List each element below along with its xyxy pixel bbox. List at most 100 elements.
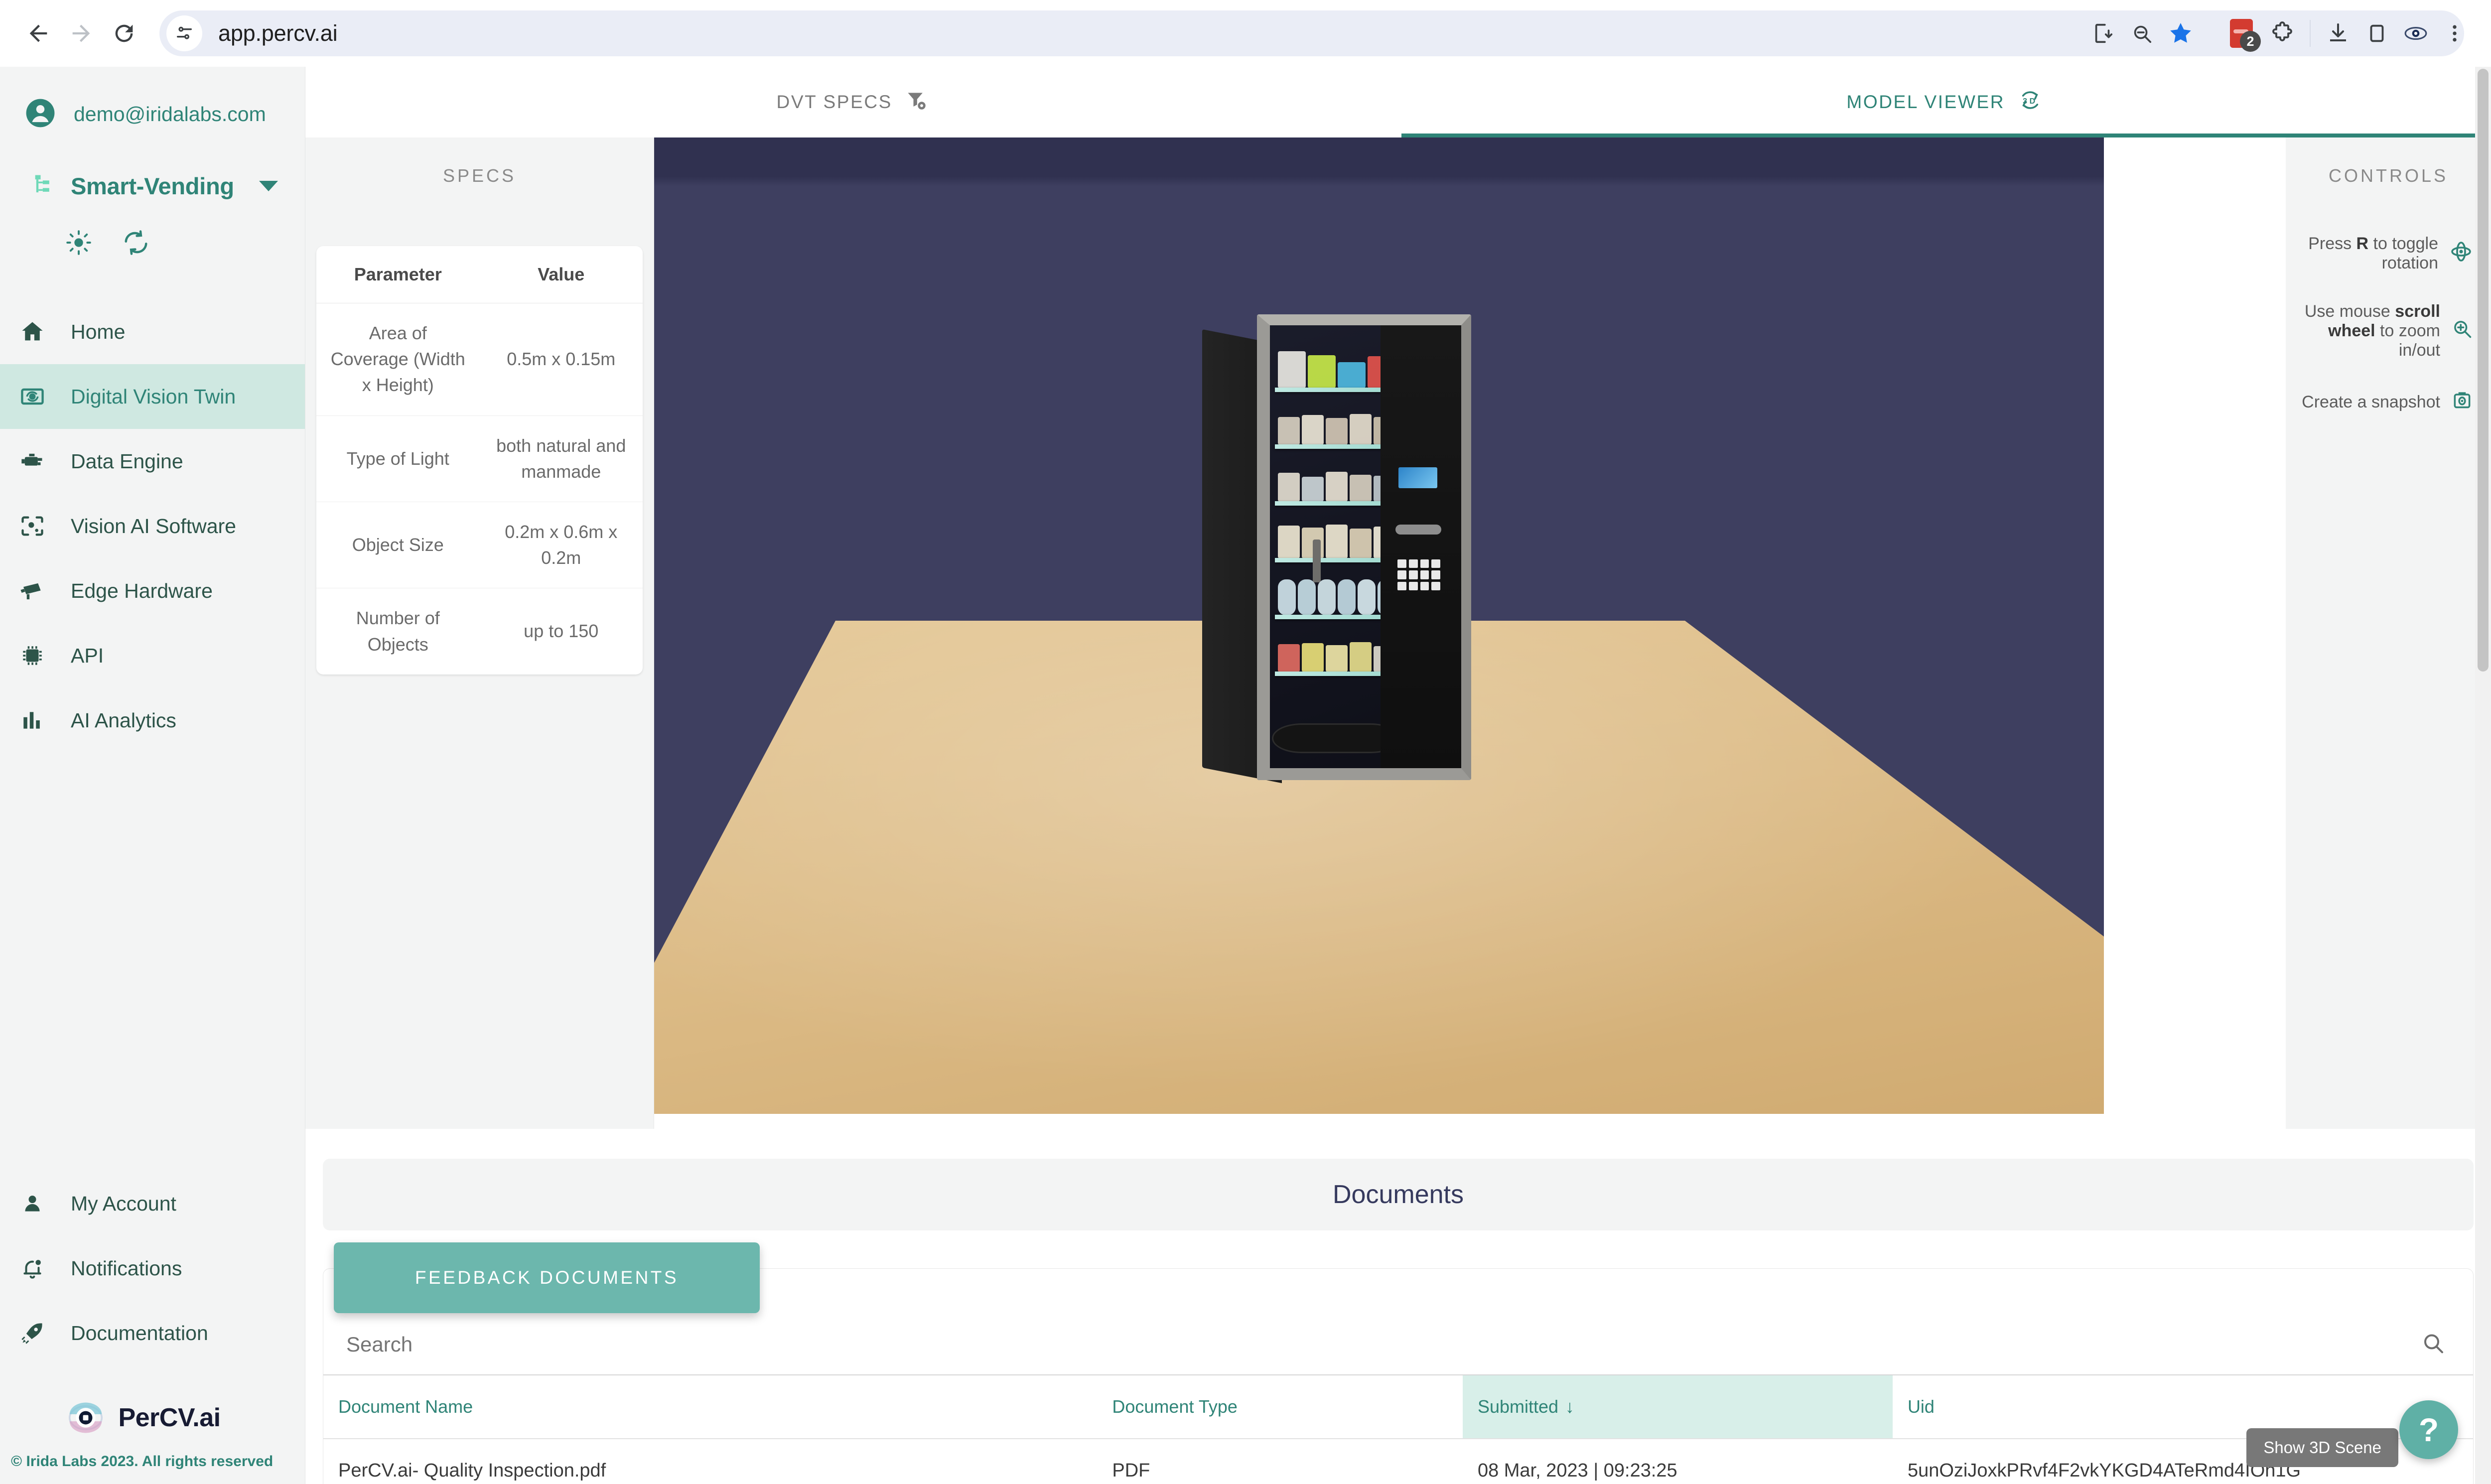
sidebar-item-label: API xyxy=(71,644,104,667)
sidebar-user[interactable]: demo@iridalabs.com xyxy=(0,67,305,131)
documents-section: Documents FEEDBACK DOCUMENTS Search Docu… xyxy=(305,1129,2491,1484)
control-create-snapshot[interactable]: Create a snapshot xyxy=(2286,389,2491,415)
specs-table: Parameter Value Area of Coverage (Width … xyxy=(316,246,643,675)
three-d-scene[interactable] xyxy=(654,137,2104,1114)
sidebar-item-digital-vision-twin[interactable]: Digital Vision Twin xyxy=(0,364,305,429)
browser-toolbar: app.percv.ai 2 xyxy=(0,0,2491,67)
chip-icon xyxy=(14,643,51,668)
project-name: Smart-Vending xyxy=(71,173,234,199)
sidebar-item-home[interactable]: Home xyxy=(0,299,305,364)
help-button[interactable]: ? xyxy=(2399,1400,2458,1459)
sidebar-user-email: demo@iridalabs.com xyxy=(74,103,266,126)
sidebar-tool-row xyxy=(0,229,305,259)
shelf-row xyxy=(1275,338,1398,392)
show-3d-scene-tooltip: Show 3D Scene xyxy=(2246,1428,2398,1467)
documents-table: Document Name Document Type Submitted ↓ U… xyxy=(323,1374,2473,1484)
percv-eye-icon xyxy=(64,1396,107,1439)
back-button[interactable] xyxy=(17,12,60,55)
table-row[interactable]: PerCV.ai- Quality Inspection.pdf PDF 08 … xyxy=(323,1439,2473,1484)
sidebar-item-api[interactable]: API xyxy=(0,623,305,688)
svg-text:3D: 3D xyxy=(2023,97,2038,106)
site-settings-icon[interactable] xyxy=(166,15,202,51)
specs-parameter: Object Size xyxy=(316,502,480,589)
project-selector[interactable]: Smart-Vending xyxy=(0,172,305,200)
downloads-icon[interactable] xyxy=(2319,14,2357,53)
main-content: DVT SPECS MODEL VIEWER 3D SPECS Paramete… xyxy=(305,67,2491,1484)
tab-dvt-specs[interactable]: DVT SPECS xyxy=(305,67,1398,137)
copyright-text: © Irida Labs 2023. All rights reserved xyxy=(11,1453,274,1470)
profile-avatar-icon[interactable] xyxy=(2396,14,2435,53)
specs-row: Object Size 0.2m x 0.6m x 0.2m xyxy=(316,502,643,589)
sidebar-item-data-engine[interactable]: Data Engine xyxy=(0,429,305,494)
project-icon xyxy=(31,172,57,200)
sidebar-item-label: My Account xyxy=(71,1192,176,1215)
bookmark-star-icon[interactable] xyxy=(2161,14,2200,53)
sidebar-item-my-account[interactable]: My Account xyxy=(0,1171,305,1236)
cell-submitted: 08 Mar, 2023 | 09:23:25 xyxy=(1477,1460,1677,1481)
forward-button[interactable] xyxy=(60,12,103,55)
specs-col-parameter: Parameter xyxy=(316,246,480,303)
scrollbar-thumb[interactable] xyxy=(2478,69,2489,672)
extensions-puzzle-icon[interactable] xyxy=(2263,14,2302,53)
shelf-row xyxy=(1275,509,1398,562)
engine-icon xyxy=(14,448,51,474)
search-input[interactable] xyxy=(346,1333,2450,1356)
col-submitted[interactable]: Submitted ↓ xyxy=(1462,1374,1893,1439)
chevron-down-icon[interactable] xyxy=(259,181,278,191)
snapshot-camera-icon[interactable] xyxy=(2451,389,2473,415)
avatar-icon xyxy=(25,98,56,131)
install-app-icon[interactable] xyxy=(2083,14,2122,53)
specs-value: both natural and manmade xyxy=(479,415,643,502)
search-icon[interactable] xyxy=(2421,1332,2445,1358)
control-text: Create a snapshot xyxy=(2302,393,2440,411)
specs-value: up to 150 xyxy=(524,621,599,642)
sort-desc-arrow-icon: ↓ xyxy=(1565,1396,1575,1417)
extension-badge-count: 2 xyxy=(2240,31,2261,52)
specs-row: Number of Objects up to 150 xyxy=(316,588,643,675)
analytics-icon xyxy=(14,708,51,733)
model-viewer-stage[interactable] xyxy=(654,137,2286,1129)
specs-value: 0.2m x 0.6m x 0.2m xyxy=(479,502,643,589)
specs-panel: SPECS Parameter Value Area of Coverage (… xyxy=(305,137,654,1129)
home-icon xyxy=(14,319,51,345)
sidebar-item-documentation[interactable]: Documentation xyxy=(0,1301,305,1365)
specs-panel-title: SPECS xyxy=(442,165,517,186)
machine-body xyxy=(1257,314,1471,780)
col-document-type[interactable]: Document Type xyxy=(1097,1374,1463,1439)
machine-card-reader-screen xyxy=(1398,467,1437,488)
control-scroll-zoom: Use mouse scroll wheel to zoom in/out xyxy=(2286,302,2491,360)
theme-sun-icon[interactable] xyxy=(66,230,92,258)
filter-settings-icon xyxy=(905,89,927,116)
col-document-name[interactable]: Document Name xyxy=(323,1374,1098,1439)
extension-with-badge[interactable]: 2 xyxy=(2220,14,2263,53)
specs-header-row: Parameter Value xyxy=(316,246,643,303)
toolbar-actions: 2 xyxy=(2075,10,2474,56)
side-panel-icon[interactable] xyxy=(2357,14,2396,53)
person-icon xyxy=(14,1191,51,1216)
machine-keypad xyxy=(1397,559,1440,590)
bell-icon xyxy=(14,1256,51,1281)
sidebar-item-notifications[interactable]: Notifications xyxy=(0,1236,305,1301)
zoom-out-icon[interactable] xyxy=(2122,14,2161,53)
feedback-documents-button[interactable]: FEEDBACK DOCUMENTS xyxy=(334,1242,760,1313)
sidebar-item-ai-analytics[interactable]: AI Analytics xyxy=(0,688,305,753)
tab-model-viewer[interactable]: MODEL VIEWER 3D xyxy=(1398,67,2491,137)
rocket-icon xyxy=(14,1320,51,1346)
shelf-row xyxy=(1275,565,1398,619)
refresh-icon[interactable] xyxy=(123,229,149,259)
sidebar-item-edge-hardware[interactable]: Edge Hardware xyxy=(0,558,305,623)
tab-label: MODEL VIEWER xyxy=(1846,92,2005,112)
page-scrollbar[interactable] xyxy=(2475,67,2491,1484)
specs-value: 0.5m x 0.15m xyxy=(479,303,643,416)
rotate-3d-axes-icon[interactable] xyxy=(2449,240,2473,268)
specs-row: Area of Coverage (Width x Height) 0.5m x… xyxy=(316,303,643,416)
machine-control-panel xyxy=(1381,325,1461,768)
control-toggle-rotation: Press R to toggle rotation xyxy=(2286,234,2491,273)
sidebar: demo@iridalabs.com Smart-Vending Home Di… xyxy=(0,67,305,1484)
reload-button[interactable] xyxy=(103,12,145,55)
sidebar-item-vision-ai-software[interactable]: Vision AI Software xyxy=(0,494,305,558)
zoom-in-icon[interactable] xyxy=(2451,318,2473,344)
percv-logo-text: PerCV.ai xyxy=(118,1403,221,1432)
browser-menu-icon[interactable] xyxy=(2435,14,2474,53)
sidebar-nav: Home Digital Vision Twin Data Engine Vis… xyxy=(0,299,305,753)
